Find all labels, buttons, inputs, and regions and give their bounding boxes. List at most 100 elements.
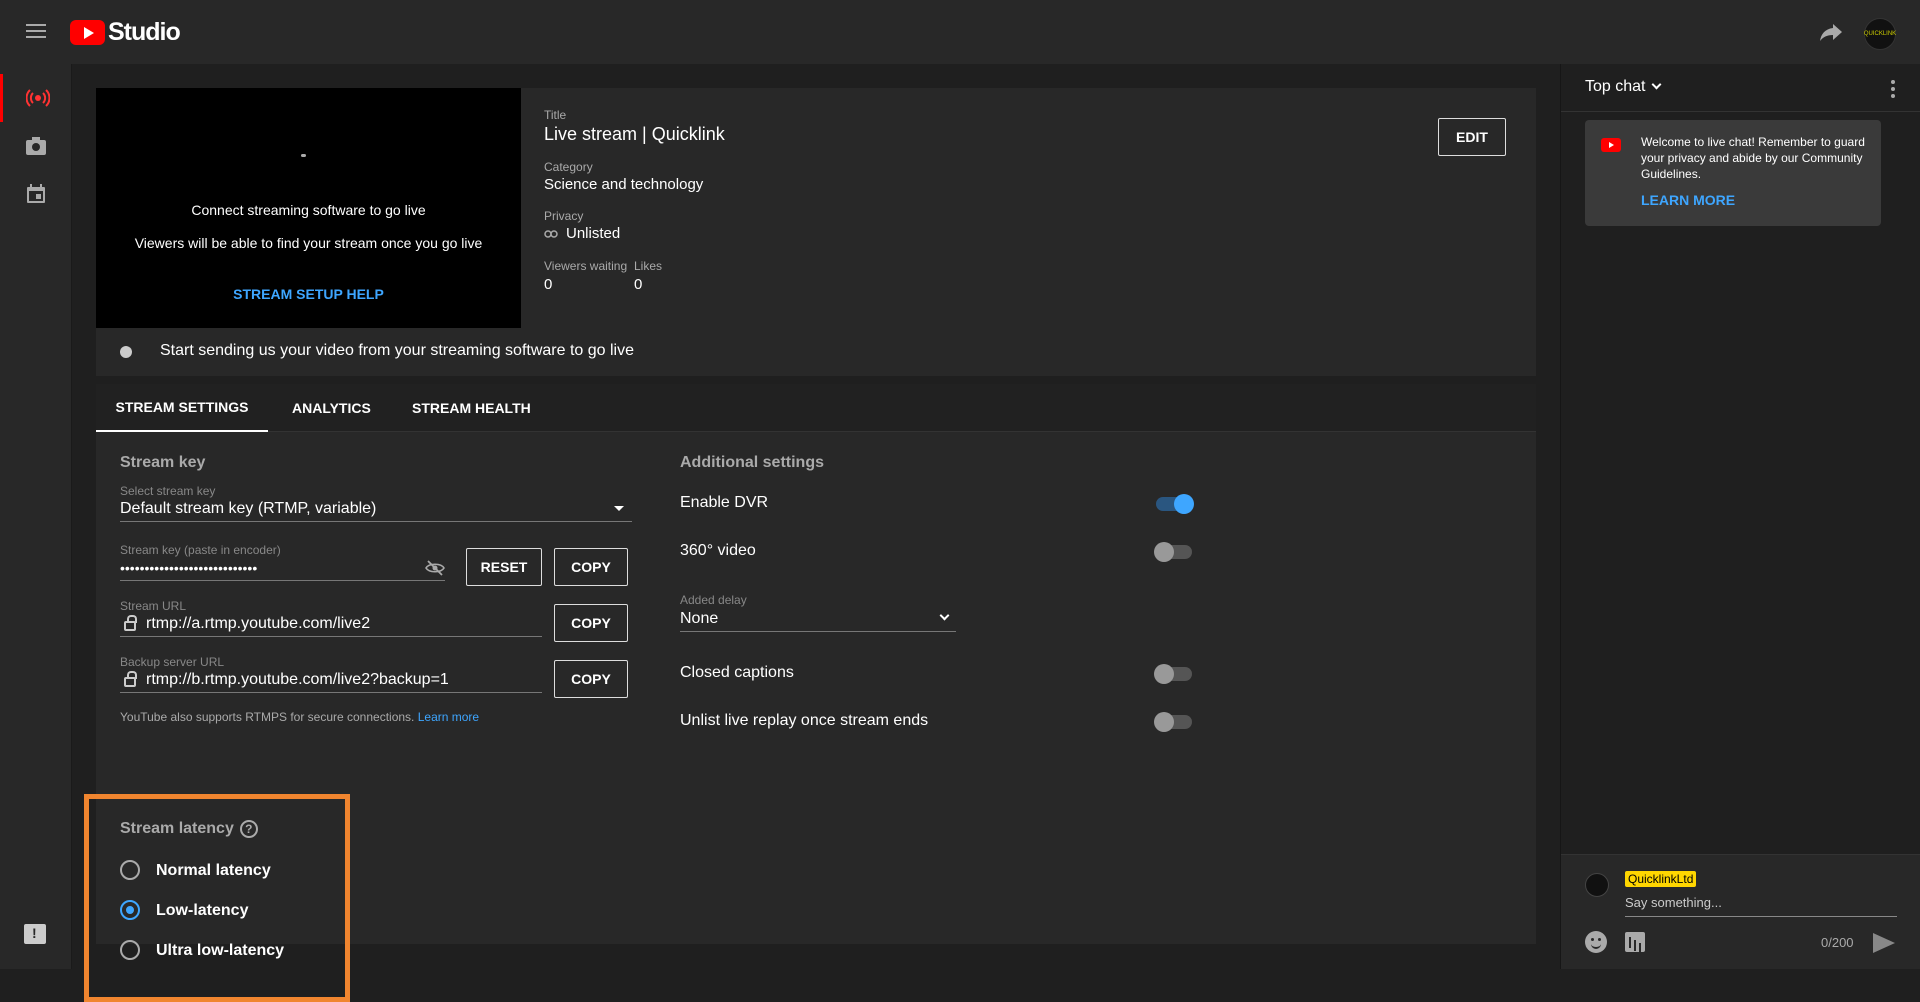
chat-welcome-message: Welcome to live chat! Remember to guard …	[1585, 120, 1881, 226]
send-icon[interactable]	[1873, 933, 1895, 953]
stream-key-input[interactable]: ••••••••••••••••••••••••••••	[120, 555, 445, 581]
stream-preview: Connect streaming software to go live Vi…	[96, 88, 521, 328]
account-avatar[interactable]: QUICKLINK	[1864, 18, 1896, 50]
feedback-icon[interactable]	[24, 924, 46, 944]
sidebar-item-manage[interactable]	[0, 170, 72, 218]
status-message: Start sending us your video from your st…	[160, 342, 634, 359]
dropdown-arrow-icon	[614, 506, 624, 511]
app-name: Studio	[108, 18, 181, 46]
normal-latency-label[interactable]: Normal latency	[156, 862, 271, 880]
copy-url-button[interactable]: COPY	[554, 604, 628, 642]
unlist-replay-toggle[interactable]	[1154, 712, 1192, 732]
help-icon[interactable]: ?	[239, 820, 258, 838]
low-latency-label[interactable]: Low-latency	[156, 902, 248, 920]
studio-logo[interactable]: Studio	[70, 18, 181, 47]
title-label: Title	[544, 108, 567, 122]
radio-ultra-low-latency[interactable]	[120, 940, 140, 960]
stream-key-masked: ••••••••••••••••••••••••••••	[120, 559, 258, 576]
chat-user-name: QuicklinkLtd	[1625, 871, 1697, 887]
chat-header: Top chat	[1561, 64, 1920, 112]
backup-url-field: rtmp://b.rtmp.youtube.com/live2?backup=1	[120, 667, 542, 693]
poll-icon[interactable]	[1625, 932, 1645, 952]
likes-label: Likes	[634, 259, 663, 273]
added-delay-value: None	[680, 609, 719, 627]
top-chat-label: Top chat	[1585, 78, 1646, 95]
toggle-knob	[1154, 712, 1174, 732]
closed-captions-label: Closed captions	[680, 664, 794, 681]
more-options-icon[interactable]	[1891, 80, 1895, 98]
stream-key-select[interactable]: Default stream key (RTMP, variable)	[120, 496, 632, 522]
radio-low-latency[interactable]	[120, 900, 140, 920]
chevron-down-icon	[939, 610, 950, 621]
viewers-waiting-label: Viewers waiting	[544, 259, 628, 273]
closed-captions-toggle[interactable]	[1154, 664, 1192, 684]
edit-button[interactable]: EDIT	[1438, 118, 1506, 156]
unlist-replay-label: Unlist live replay once stream ends	[680, 712, 929, 729]
reset-key-button[interactable]: RESET	[466, 548, 542, 586]
enable-dvr-toggle[interactable]	[1156, 494, 1194, 514]
emoji-icon[interactable]	[1585, 931, 1607, 953]
privacy-value: Unlisted	[544, 225, 620, 242]
copy-backup-url-button[interactable]: COPY	[554, 660, 628, 698]
learn-more-button[interactable]: LEARN MORE	[1641, 192, 1735, 208]
likes-value: 0	[634, 276, 643, 293]
rtmps-note-text: YouTube also supports RTMPS for secure c…	[120, 710, 415, 724]
chevron-down-icon	[1652, 79, 1662, 90]
settings-tabs: STREAM SETTINGS ANALYTICS STREAM HEALTH	[96, 384, 1536, 432]
menu-icon[interactable]	[24, 20, 48, 44]
lock-icon	[124, 670, 137, 687]
live-chat-panel: Top chat Welcome to live chat! Remember …	[1560, 64, 1920, 969]
sidebar-item-webcam[interactable]	[0, 122, 72, 170]
stream-title: Live stream | Quicklink	[544, 124, 725, 144]
stream-details: Title Live stream | Quicklink Category S…	[521, 88, 1536, 328]
top-chat-dropdown[interactable]: Top chat	[1585, 78, 1662, 96]
tab-stream-health[interactable]: STREAM HEALTH	[412, 384, 531, 432]
added-delay-select[interactable]: None	[680, 606, 956, 632]
stream-key-select-value: Default stream key (RTMP, variable)	[120, 499, 377, 517]
stream-key-title: Stream key	[120, 454, 206, 471]
360-video-label: 360° video	[680, 542, 756, 559]
copy-key-button[interactable]: COPY	[554, 548, 628, 586]
tab-analytics[interactable]: ANALYTICS	[292, 384, 371, 432]
learn-more-link[interactable]: Learn more	[418, 710, 479, 724]
category-label: Category	[544, 160, 593, 174]
live-broadcast-icon	[25, 89, 50, 107]
ultra-low-latency-label[interactable]: Ultra low-latency	[156, 942, 284, 960]
calendar-icon	[27, 184, 45, 203]
chat-message-input[interactable]: Say something...	[1625, 895, 1897, 917]
preview-subtext: Viewers will be able to find your stream…	[134, 235, 483, 251]
welcome-text: Welcome to live chat! Remember to guard …	[1641, 135, 1865, 181]
backup-url-value: rtmp://b.rtmp.youtube.com/live2?backup=1	[146, 670, 449, 688]
camera-icon	[26, 137, 46, 155]
chat-input-area: QuicklinkLtd Say something... 0/200	[1561, 854, 1920, 969]
avatar	[1585, 873, 1609, 897]
category-value: Science and technology	[544, 176, 704, 193]
character-counter: 0/200	[1821, 935, 1854, 950]
stream-url-field: rtmp://a.rtmp.youtube.com/live2	[120, 611, 542, 637]
stream-status-bar: Start sending us your video from your st…	[96, 328, 1536, 376]
stream-url-value: rtmp://a.rtmp.youtube.com/live2	[146, 614, 371, 632]
share-icon[interactable]	[1818, 20, 1844, 44]
link-icon	[544, 229, 558, 238]
viewers-waiting-value: 0	[544, 276, 553, 293]
tab-stream-settings[interactable]: STREAM SETTINGS	[96, 384, 268, 432]
toggle-knob	[1154, 664, 1174, 684]
toggle-knob	[1154, 542, 1174, 562]
enable-dvr-label: Enable DVR	[680, 494, 769, 511]
settings-panel: STREAM SETTINGS ANALYTICS STREAM HEALTH …	[84, 384, 1536, 1002]
visibility-off-icon[interactable]	[425, 559, 445, 576]
sidebar-item-stream[interactable]	[0, 74, 72, 122]
stream-setup-help-link[interactable]: STREAM SETUP HELP	[96, 286, 521, 302]
radio-normal-latency[interactable]	[120, 860, 140, 880]
toggle-knob	[1174, 494, 1194, 514]
360-video-toggle[interactable]	[1154, 542, 1192, 562]
loading-spinner-icon	[301, 154, 306, 157]
additional-settings-title: Additional settings	[680, 454, 824, 471]
top-bar: Studio QUICKLINK	[0, 0, 1920, 64]
added-delay-label: Added delay	[680, 593, 747, 607]
youtube-icon	[1601, 138, 1621, 152]
youtube-logo-icon	[70, 20, 105, 45]
channel-logo-text: QUICKLINK	[1863, 31, 1897, 37]
main-content: Connect streaming software to go live Vi…	[72, 64, 1560, 1002]
lock-icon	[124, 614, 137, 631]
